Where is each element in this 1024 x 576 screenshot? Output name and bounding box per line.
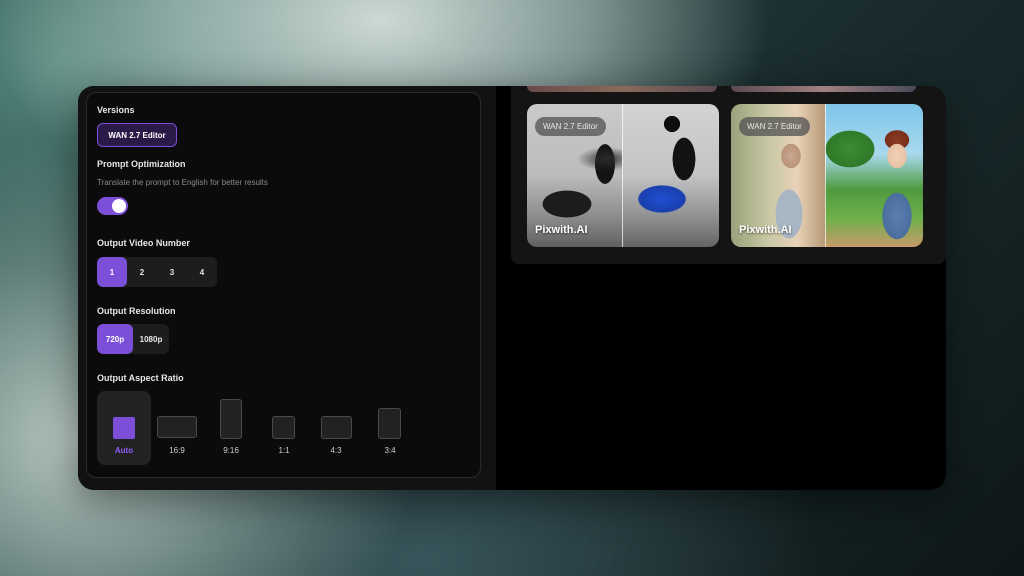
aspect-ratio-option-3-4[interactable] <box>378 408 401 439</box>
aspect-ratio-label-9-16: 9:16 <box>223 446 239 455</box>
versions-title: Versions <box>97 105 135 115</box>
output-aspect-ratio-title: Output Aspect Ratio <box>97 373 184 383</box>
video-number-option-4[interactable]: 4 <box>187 257 217 287</box>
settings-panel: Versions WAN 2.7 Editor Prompt Optimizat… <box>78 86 496 490</box>
app-window: Versions WAN 2.7 Editor Prompt Optimizat… <box>78 86 946 490</box>
previous-row-image-strip <box>731 86 916 92</box>
comparison-divider <box>622 104 623 247</box>
video-number-option-3[interactable]: 3 <box>157 257 187 287</box>
aspect-ratio-label-4-3: 4:3 <box>330 446 342 455</box>
comparison-divider <box>825 104 826 247</box>
toggle-knob <box>112 199 126 213</box>
aspect-ratio-option-1-1[interactable] <box>272 416 295 439</box>
resolution-option-720p[interactable]: 720p <box>97 324 133 354</box>
video-number-option-2[interactable]: 2 <box>127 257 157 287</box>
prompt-optimization-title: Prompt Optimization <box>97 159 186 169</box>
aspect-ratio-option-16-9[interactable] <box>157 416 197 438</box>
aspect-ratio-label-auto: Auto <box>114 446 134 455</box>
example-card-motorcycle[interactable]: WAN 2.7 Editor Pixwith.AI <box>527 104 719 247</box>
output-resolution-title: Output Resolution <box>97 306 176 316</box>
video-number-selector: 1 2 3 4 <box>97 257 217 287</box>
output-video-number-title: Output Video Number <box>97 238 190 248</box>
version-selector-button[interactable]: WAN 2.7 Editor <box>97 123 177 147</box>
model-badge: WAN 2.7 Editor <box>739 117 810 136</box>
aspect-ratio-option-9-16[interactable] <box>220 399 242 439</box>
previous-row-image-strip <box>527 86 717 92</box>
resolution-option-1080p[interactable]: 1080p <box>133 324 169 354</box>
after-image <box>825 104 923 247</box>
examples-gallery: WAN 2.7 Editor Pixwith.AI WAN 2.7 Editor… <box>511 86 946 264</box>
aspect-ratio-label-1-1: 1:1 <box>278 446 290 455</box>
aspect-ratio-option-4-3[interactable] <box>321 416 352 439</box>
after-image <box>622 104 719 247</box>
example-card-portrait[interactable]: WAN 2.7 Editor Pixwith.AI <box>731 104 923 247</box>
prompt-optimization-description: Translate the prompt to English for bett… <box>97 178 268 187</box>
model-badge: WAN 2.7 Editor <box>535 117 606 136</box>
video-number-option-1[interactable]: 1 <box>97 257 127 287</box>
prompt-optimization-toggle[interactable] <box>97 197 128 215</box>
aspect-ratio-label-3-4: 3:4 <box>384 446 396 455</box>
auto-ratio-swatch <box>113 417 135 439</box>
settings-card: Versions WAN 2.7 Editor Prompt Optimizat… <box>86 92 481 478</box>
resolution-selector: 720p 1080p <box>97 324 169 354</box>
aspect-ratio-option-auto[interactable]: Auto <box>97 391 151 465</box>
watermark: Pixwith.AI <box>535 224 588 236</box>
watermark: Pixwith.AI <box>739 224 792 236</box>
aspect-ratio-label-16-9: 16:9 <box>169 446 185 455</box>
